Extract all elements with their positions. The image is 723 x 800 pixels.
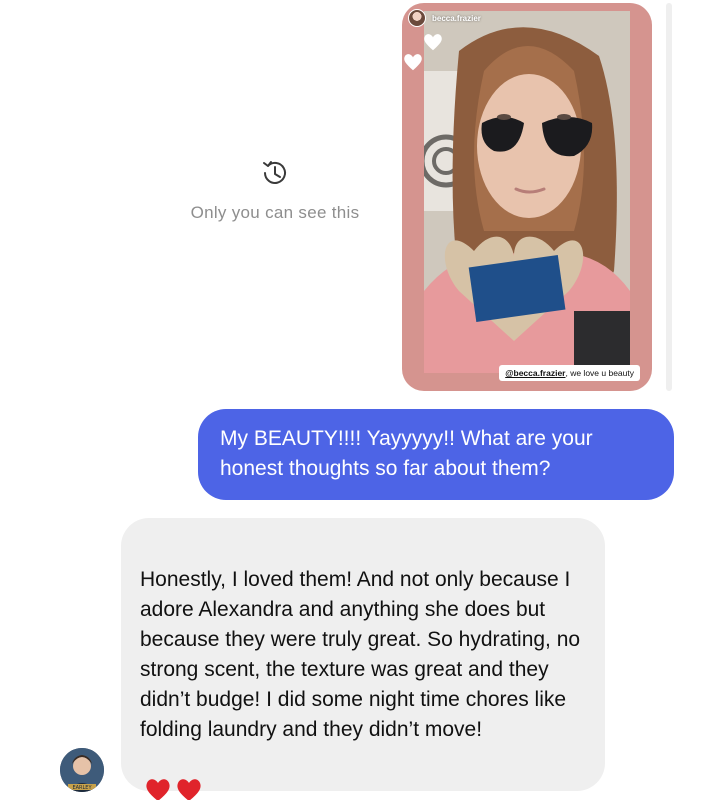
chat-thread: Only you can see this becca.frazier @bec… <box>0 0 723 800</box>
story-reply-card[interactable]: becca.frazier @becca.frazier, we love u … <box>402 3 652 391</box>
heart-icon <box>424 34 442 51</box>
history-clock-icon <box>263 161 286 184</box>
incoming-message[interactable]: Honestly, I loved them! And not only bec… <box>121 518 605 800</box>
heart-icon <box>146 779 201 800</box>
outgoing-message-text: My BEAUTY!!!! Yayyyyy!! What are your ho… <box>220 427 593 480</box>
scroll-indicator <box>666 3 672 391</box>
caption-text: , we love u beauty <box>565 368 634 378</box>
story-caption: @becca.frazier, we love u beauty <box>499 365 640 381</box>
caption-handle[interactable]: @becca.frazier <box>505 368 565 378</box>
sender-avatar[interactable]: EARLEY <box>60 748 104 792</box>
avatar-badge: EARLEY <box>72 785 92 791</box>
reaction-emoji <box>144 745 204 800</box>
story-visibility-note: Only you can see this <box>160 155 390 223</box>
visibility-label: Only you can see this <box>190 203 360 222</box>
outgoing-message[interactable]: My BEAUTY!!!! Yayyyyy!! What are your ho… <box>198 409 674 500</box>
heart-icon <box>404 54 422 71</box>
avatar-image: EARLEY <box>60 748 104 792</box>
story-photo <box>424 11 630 373</box>
incoming-message-text: Honestly, I loved them! And not only bec… <box>140 568 581 741</box>
story-image <box>424 11 630 373</box>
story-author-name: becca.frazier <box>432 13 481 23</box>
story-author[interactable]: becca.frazier <box>408 9 481 27</box>
story-author-avatar <box>408 9 426 27</box>
